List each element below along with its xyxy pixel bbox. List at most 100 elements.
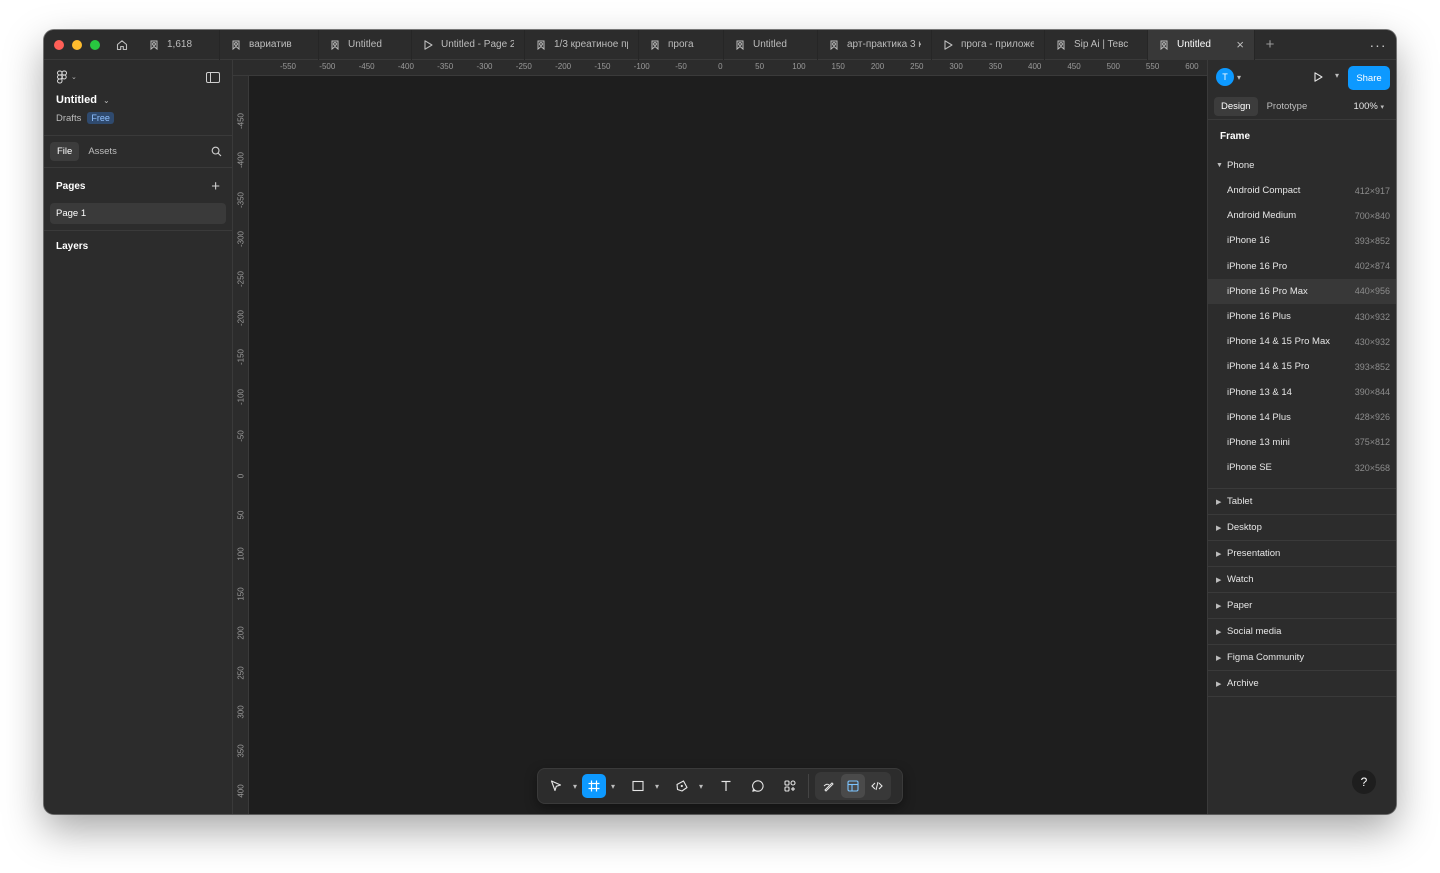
frame-tool-button[interactable] <box>582 774 606 798</box>
tab-file[interactable]: Untitled - Page 2 <box>412 30 525 60</box>
dev-mode-button[interactable] <box>865 774 889 798</box>
tab-file[interactable]: прога <box>639 30 724 60</box>
frame-category[interactable]: ▶ Desktop <box>1208 515 1396 542</box>
file-title[interactable]: Untitled ⌄ <box>56 94 220 106</box>
frame-category[interactable]: ▶ Paper <box>1208 593 1396 620</box>
draw-mode-button[interactable] <box>817 774 841 798</box>
prototype-play-icon <box>942 39 954 51</box>
caret-right-icon: ▶ <box>1216 628 1222 636</box>
home-button[interactable] <box>110 30 134 60</box>
actions-tool-button[interactable] <box>778 774 802 798</box>
frame-category[interactable]: ▶ Tablet <box>1208 489 1396 516</box>
tab-file[interactable]: File <box>50 142 80 161</box>
ruler-tick-label: 600 <box>1185 62 1199 71</box>
figma-file-icon <box>734 39 746 51</box>
design-mode-button[interactable] <box>841 774 865 798</box>
frame-preset-item[interactable]: Android Compact 412×917 <box>1208 178 1396 203</box>
zoom-level: 100% <box>1353 101 1378 112</box>
frame-category[interactable]: ▶ Presentation <box>1208 541 1396 568</box>
right-panel-tabs: Design Prototype 100% ▾ <box>1208 94 1396 120</box>
chevron-down-icon: ⌄ <box>102 95 110 105</box>
frame-preset-item[interactable]: iPhone 14 & 15 Pro 393×852 <box>1208 354 1396 379</box>
comment-tool-button[interactable] <box>746 774 770 798</box>
chevron-down-icon[interactable]: ▾ <box>570 782 580 791</box>
category-list: ▶ Tablet ▶ Desktop ▶ Presentation ▶ Watch ▶ Paper… <box>1208 489 1396 698</box>
close-window-button[interactable] <box>54 39 64 50</box>
avatar[interactable]: T <box>1216 68 1234 86</box>
tab-file[interactable]: прога - приложен <box>932 30 1045 60</box>
main-menu-button[interactable]: ⌄ <box>56 70 220 84</box>
frame-category[interactable]: ▶ Archive <box>1208 671 1396 698</box>
move-tool-button[interactable] <box>544 774 568 798</box>
tab-file[interactable]: Sip Ai | Teвс <box>1045 30 1148 60</box>
chevron-down-icon[interactable]: ▾ <box>608 782 618 791</box>
chevron-down-icon[interactable]: ▾ <box>1237 73 1241 82</box>
play-icon <box>1314 72 1323 82</box>
text-t-icon <box>721 780 731 791</box>
drafts-link[interactable]: Drafts <box>56 113 81 124</box>
ruler-vertical[interactable]: -450 -400 -350 -300 -250 -200 -150 -100 -50 0 50 10… <box>233 76 249 814</box>
pen-tool-button[interactable] <box>670 774 694 798</box>
toggle-sidebar-icon[interactable] <box>206 72 220 83</box>
frame-preset-item[interactable]: iPhone 13 mini 375×812 <box>1208 430 1396 455</box>
tab-assets[interactable]: Assets <box>81 142 124 161</box>
page-item[interactable]: Page 1 <box>50 203 226 224</box>
maximize-window-button[interactable] <box>90 39 100 50</box>
tab-file[interactable]: Untitled <box>319 30 412 60</box>
caret-right-icon: ▶ <box>1216 550 1222 558</box>
canvas[interactable] <box>249 76 1207 814</box>
zoom-dropdown[interactable]: 100% ▾ <box>1354 101 1384 112</box>
chevron-down-icon[interactable]: ▾ <box>696 782 706 791</box>
frame-preset-item[interactable]: iPhone SE 320×568 <box>1208 455 1396 480</box>
close-tab-icon[interactable]: × <box>1236 37 1244 52</box>
tab-label: арт-практика 3 ку <box>847 39 921 50</box>
figma-file-icon <box>1160 40 1168 50</box>
mode-switcher <box>815 772 891 800</box>
frame-preset-item[interactable]: iPhone 14 & 15 Pro Max 430×932 <box>1208 329 1396 354</box>
preset-name: iPhone 16 Pro Max <box>1227 285 1308 297</box>
frame-preset-item[interactable]: iPhone 16 393×852 <box>1208 228 1396 253</box>
rectangle-tool-button[interactable] <box>626 774 650 798</box>
pages-header: Pages + <box>44 176 232 196</box>
components-grid-icon <box>784 780 796 792</box>
chevron-down-icon[interactable]: ▾ <box>1335 71 1339 80</box>
text-tool-button[interactable] <box>714 774 738 798</box>
minimize-window-button[interactable] <box>72 39 82 50</box>
tab-label: 1,618 <box>167 39 193 50</box>
figma-file-icon <box>535 39 547 51</box>
frame-preset-item[interactable]: Android Medium 700×840 <box>1208 203 1396 228</box>
frame-category[interactable]: ▶ Watch <box>1208 567 1396 594</box>
ruler-horizontal[interactable]: -550 -500 -450 -400 -350 -300 -250 -200 -150 -100… <box>233 60 1207 76</box>
preset-size: 428×926 <box>1354 412 1390 423</box>
tab-active[interactable]: Untitled × <box>1148 30 1255 60</box>
help-button[interactable]: ? <box>1352 770 1376 794</box>
new-tab-button[interactable]: + <box>1255 30 1285 60</box>
plan-badge: Free <box>87 112 114 124</box>
present-button[interactable] <box>1312 71 1324 83</box>
chevron-down-icon[interactable]: ▾ <box>652 782 662 791</box>
preset-size: 390×844 <box>1354 387 1390 398</box>
frame-category[interactable]: ▶ Social media <box>1208 619 1396 646</box>
tab-file[interactable]: вариатив <box>220 30 319 60</box>
more-options-icon[interactable]: ··· <box>1360 30 1396 60</box>
search-icon[interactable] <box>211 146 222 157</box>
tab-design[interactable]: Design <box>1214 97 1258 116</box>
add-page-button[interactable]: + <box>211 178 220 195</box>
tab-file[interactable]: 1/3 креатиное прог <box>525 30 639 60</box>
share-button[interactable]: Share <box>1348 66 1390 90</box>
frame-preset-item[interactable]: iPhone 14 Plus 428×926 <box>1208 405 1396 430</box>
tab-file[interactable]: Untitled <box>724 30 818 60</box>
tab-prototype[interactable]: Prototype <box>1260 97 1315 116</box>
ruler-tick-label: -250 <box>236 270 246 287</box>
frame-category[interactable]: ▶ Figma Community <box>1208 645 1396 672</box>
preset-name: iPhone 16 Pro <box>1227 260 1288 272</box>
tab-file[interactable]: 1,618 <box>138 30 220 60</box>
frame-preset-item[interactable]: iPhone 16 Pro Max 440×956 <box>1208 278 1396 304</box>
frame-preset-item[interactable]: iPhone 16 Pro 402×874 <box>1208 254 1396 279</box>
tab-file[interactable]: арт-практика 3 ку <box>818 30 932 60</box>
frame-preset-item[interactable]: iPhone 13 & 14 390×844 <box>1208 380 1396 405</box>
category-label: Desktop <box>1227 522 1262 534</box>
frame-preset-item[interactable]: iPhone 16 Plus 430×932 <box>1208 304 1396 329</box>
preset-name: Android Compact <box>1227 185 1301 197</box>
phone-category[interactable]: ▼ Phone <box>1208 152 1396 178</box>
